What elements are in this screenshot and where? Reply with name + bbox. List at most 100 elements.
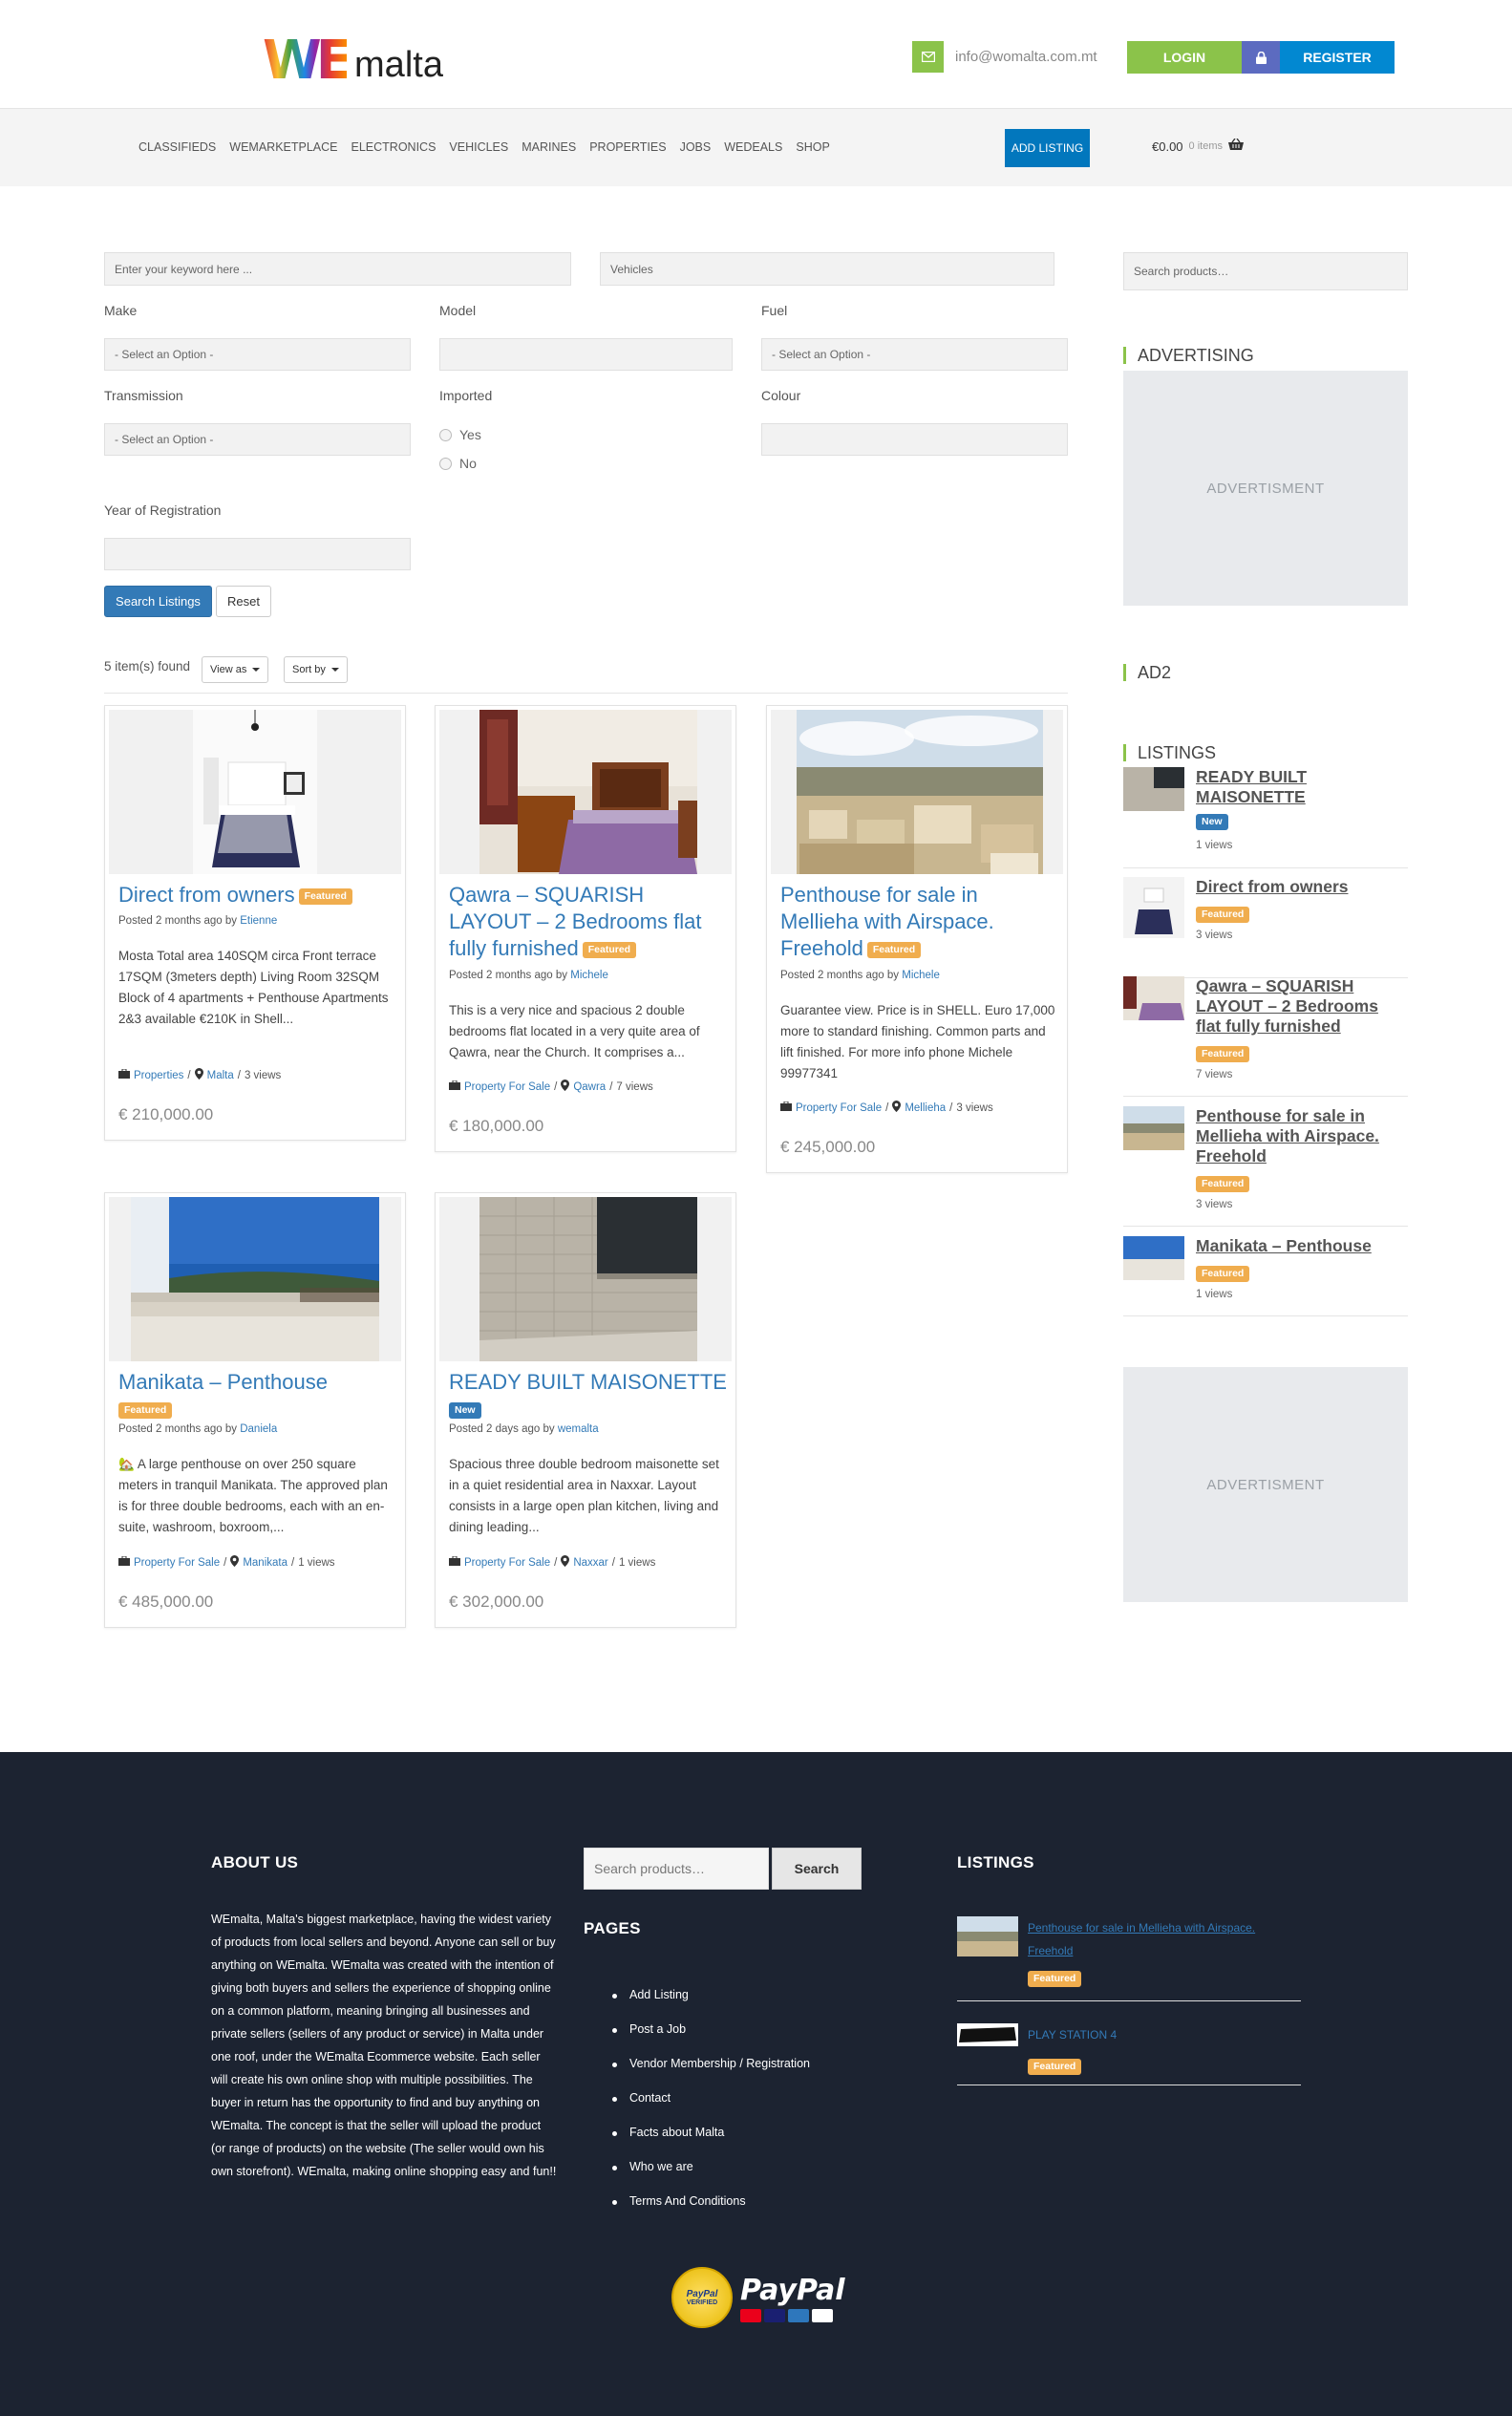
login-button[interactable]: LOGIN [1127, 41, 1242, 74]
footer-listing-title[interactable]: Penthouse for sale in Mellieha with Airs… [1028, 1916, 1301, 1962]
page-link-post-job[interactable]: Post a Job [612, 2022, 810, 2057]
make-select[interactable]: - Select an Option - [104, 338, 411, 371]
nav-item-vehicles[interactable]: VEHICLES [449, 140, 508, 154]
listing-title[interactable]: Direct from owners Featured [118, 882, 352, 909]
imported-no-radio[interactable]: No [439, 456, 477, 471]
add-listing-button[interactable]: ADD LISTING [1005, 129, 1090, 167]
mini-cart[interactable]: €0.00 0 items [1152, 138, 1245, 154]
author-link[interactable]: Daniela [240, 1423, 277, 1435]
sidebar-listing-item[interactable]: Penthouse for sale in Mellieha with Airs… [1123, 1106, 1408, 1227]
category-link[interactable]: Property For Sale [464, 1557, 550, 1569]
nav-item-marines[interactable]: MARINES [522, 140, 576, 154]
sidebar-listing-title[interactable]: Qawra – SQUARISH LAYOUT – 2 Bedrooms fla… [1196, 976, 1408, 1037]
transmission-label: Transmission [104, 388, 183, 403]
author-link[interactable]: Michele [902, 970, 940, 981]
sidebar-listing-title[interactable]: READY BUILT MAISONETTE [1196, 767, 1408, 807]
nav-item-wedeals[interactable]: WEDEALS [724, 140, 782, 154]
page-link-contact[interactable]: Contact [612, 2091, 810, 2126]
transmission-select[interactable]: - Select an Option - [104, 423, 411, 456]
fuel-select[interactable]: - Select an Option - [761, 338, 1068, 371]
view-as-dropdown[interactable]: View as [202, 656, 269, 683]
listing-title[interactable]: Manikata – Penthouse Featured [118, 1369, 328, 1422]
listing-image[interactable] [439, 1197, 732, 1361]
listing-card[interactable]: Manikata – Penthouse Featured Posted 2 mo… [104, 1192, 406, 1628]
reset-button[interactable]: Reset [216, 586, 271, 617]
listing-image[interactable] [109, 710, 401, 874]
sort-by-dropdown[interactable]: Sort by [284, 656, 348, 683]
keyword-input[interactable]: Enter your keyword here ... [104, 252, 571, 286]
sidebar-listing-item[interactable]: Direct from owners Featured 3 views [1123, 877, 1408, 978]
listing-card[interactable]: Penthouse for sale in Mellieha with Airs… [766, 705, 1068, 1173]
colour-input[interactable] [761, 423, 1068, 456]
listing-card[interactable]: Direct from owners Featured Posted 2 mont… [104, 705, 406, 1141]
posted-info: Posted 2 months ago by Daniela [118, 1423, 277, 1435]
model-input[interactable] [439, 338, 733, 371]
listing-card[interactable]: READY BUILT MAISONETTE New Posted 2 days … [435, 1192, 736, 1628]
location-link[interactable]: Qawra [573, 1081, 606, 1093]
category-link[interactable]: Property For Sale [796, 1102, 882, 1114]
listing-thumbnail[interactable] [957, 2023, 1018, 2046]
sidebar-listing-item[interactable]: Manikata – Penthouse Featured 1 views [1123, 1236, 1408, 1316]
nav-item-electronics[interactable]: ELECTRONICS [351, 140, 437, 154]
footer-listing-item[interactable]: Penthouse for sale in Mellieha with Airs… [957, 1916, 1301, 2001]
listing-image[interactable] [109, 1197, 401, 1361]
listing-image[interactable] [771, 710, 1063, 874]
author-link[interactable]: Etienne [240, 915, 277, 927]
category-link[interactable]: Property For Sale [134, 1557, 220, 1569]
nav-item-shop[interactable]: SHOP [796, 140, 829, 154]
imported-no-label: No [459, 456, 477, 471]
listing-thumbnail[interactable] [1123, 976, 1184, 1020]
author-link[interactable]: wemalta [558, 1423, 599, 1435]
listing-thumbnail[interactable] [1123, 1106, 1184, 1150]
sidebar-listing-title[interactable]: Direct from owners [1196, 877, 1408, 897]
page-link-facts-malta[interactable]: Facts about Malta [612, 2126, 810, 2160]
listing-thumbnail[interactable] [957, 1916, 1018, 1956]
listing-title[interactable]: Qawra – SQUARISH LAYOUT – 2 Bedrooms fla… [449, 882, 726, 962]
basket-icon [1228, 138, 1245, 154]
sidebar-search-input[interactable]: Search products… [1123, 252, 1408, 290]
sidebar-listing-title[interactable]: Manikata – Penthouse [1196, 1236, 1408, 1256]
footer-listing-title[interactable]: PLAY STATION 4 [1028, 2023, 1301, 2046]
ad-banner[interactable]: ADVERTISMENT [1123, 371, 1408, 606]
listing-thumbnail[interactable] [1123, 1236, 1184, 1280]
listing-card[interactable]: Qawra – SQUARISH LAYOUT – 2 Bedrooms fla… [435, 705, 736, 1152]
category-select[interactable]: Vehicles [600, 252, 1054, 286]
category-link[interactable]: Properties [134, 1070, 183, 1081]
header-email[interactable]: info@womalta.com.mt [912, 41, 1097, 73]
page-link-terms[interactable]: Terms And Conditions [612, 2194, 810, 2229]
page-link-add-listing[interactable]: Add Listing [612, 1988, 810, 2022]
page-link-vendor-membership[interactable]: Vendor Membership / Registration [612, 2057, 810, 2091]
site-logo[interactable]: WE malta [263, 34, 443, 88]
location-link[interactable]: Mellieha [905, 1102, 946, 1114]
footer-listing-item[interactable]: PLAY STATION 4 Featured [957, 2023, 1301, 2085]
register-button[interactable]: REGISTER [1280, 41, 1395, 74]
footer-search-input[interactable]: Search products… [584, 1848, 769, 1890]
ad-banner-2[interactable]: ADVERTISMENT [1123, 1367, 1408, 1602]
nav-item-wemarketplace[interactable]: WEMARKETPLACE [229, 140, 337, 154]
listing-image[interactable] [439, 710, 732, 874]
nav-item-classifieds[interactable]: CLASSIFIEDS [138, 140, 216, 154]
sidebar-listing-title[interactable]: Penthouse for sale in Mellieha with Airs… [1196, 1106, 1408, 1166]
posted-text: Posted 2 days ago by [449, 1423, 555, 1435]
search-listings-button[interactable]: Search Listings [104, 586, 212, 617]
featured-badge: Featured [582, 941, 637, 958]
listing-thumbnail[interactable] [1123, 767, 1184, 811]
radio-circle-icon [439, 428, 452, 441]
footer-search-button[interactable]: Search [772, 1848, 862, 1890]
year-input[interactable] [104, 538, 411, 570]
category-link[interactable]: Property For Sale [464, 1081, 550, 1093]
nav-item-properties[interactable]: PROPERTIES [589, 140, 666, 154]
imported-yes-radio[interactable]: Yes [439, 427, 481, 442]
author-link[interactable]: Michele [570, 970, 608, 981]
sidebar-listing-item[interactable]: Qawra – SQUARISH LAYOUT – 2 Bedrooms fla… [1123, 976, 1408, 1097]
listing-title[interactable]: READY BUILT MAISONETTE New [449, 1369, 727, 1422]
location-link[interactable]: Naxxar [573, 1557, 607, 1569]
listing-title-text: Manikata – Penthouse [118, 1370, 328, 1394]
location-link[interactable]: Manikata [243, 1557, 287, 1569]
page-link-who-we-are[interactable]: Who we are [612, 2160, 810, 2194]
nav-item-jobs[interactable]: JOBS [680, 140, 712, 154]
sidebar-listing-item[interactable]: READY BUILT MAISONETTE New 1 views [1123, 767, 1408, 868]
listing-thumbnail[interactable] [1123, 877, 1184, 938]
listing-title[interactable]: Penthouse for sale in Mellieha with Airs… [780, 882, 1057, 962]
location-link[interactable]: Malta [207, 1070, 234, 1081]
